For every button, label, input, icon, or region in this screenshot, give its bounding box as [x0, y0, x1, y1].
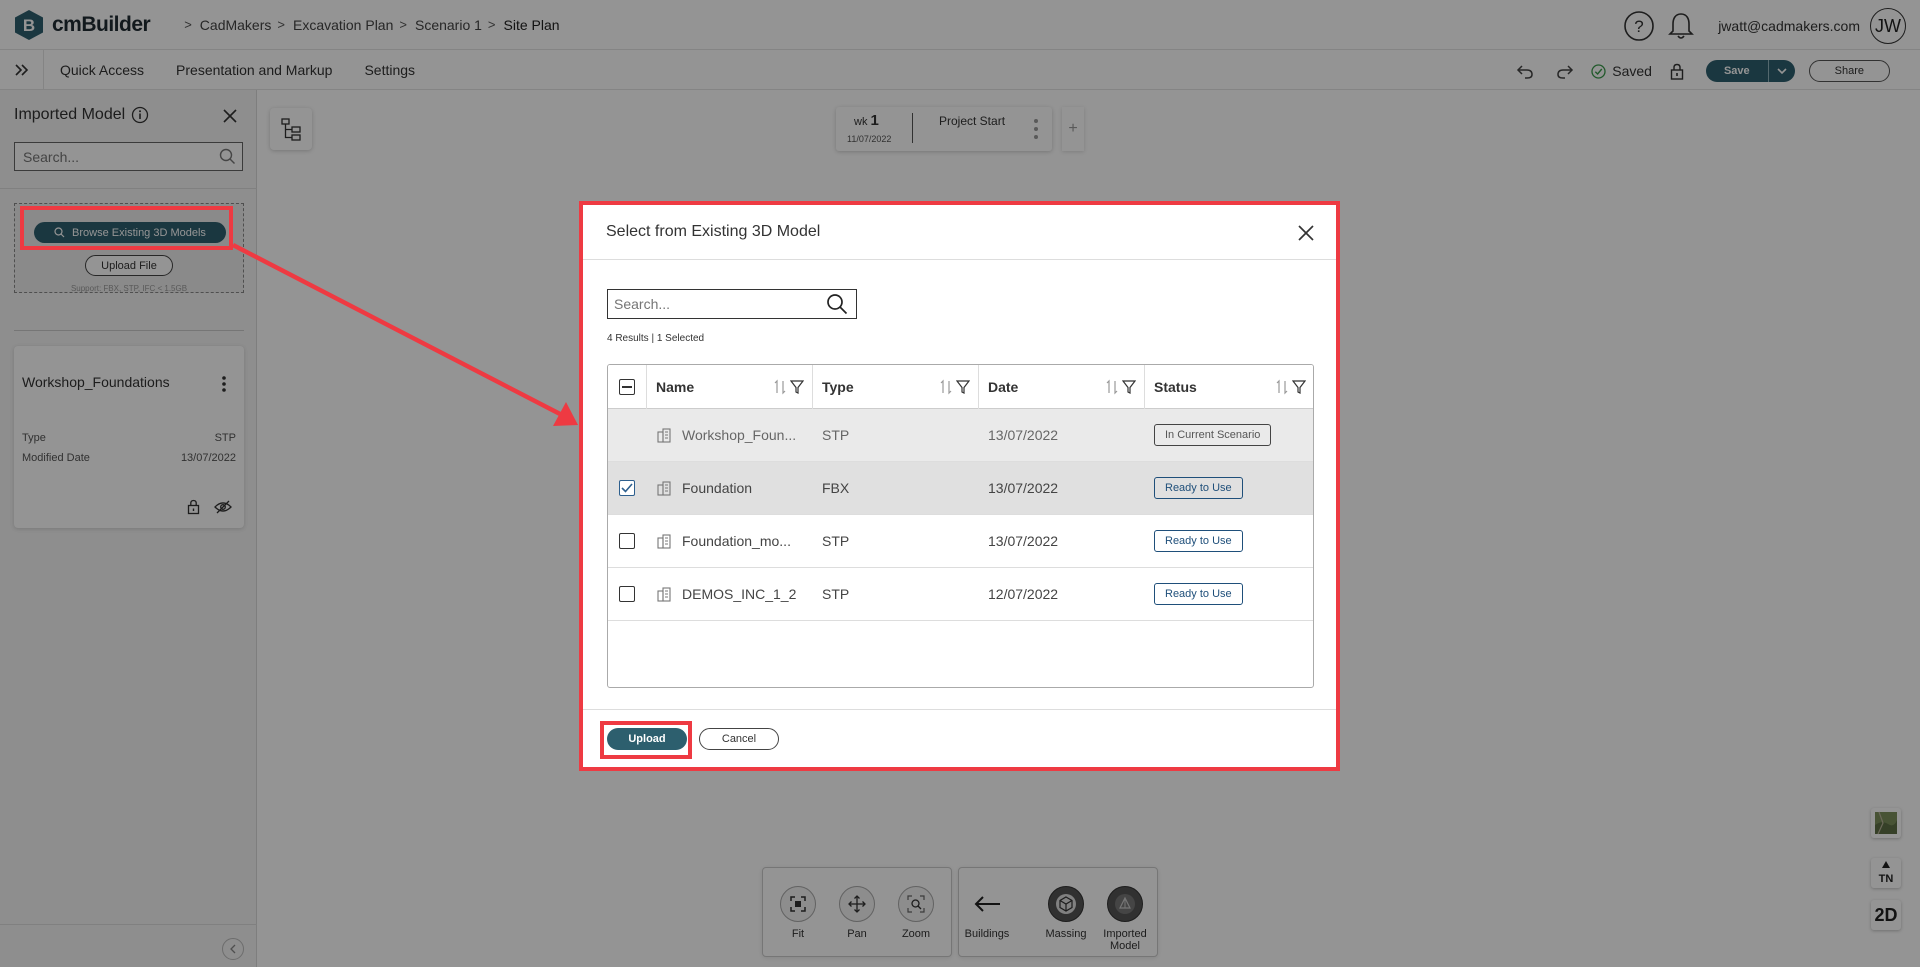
- highlight-dialog: [579, 201, 1340, 771]
- highlight-upload-button: [600, 721, 692, 759]
